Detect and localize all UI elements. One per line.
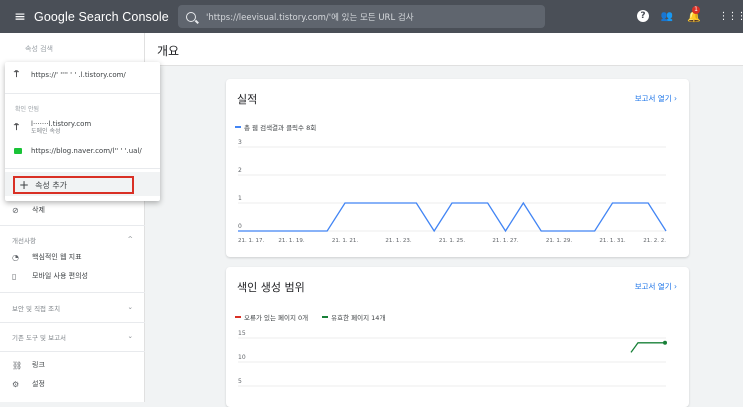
domain-property-sub: 도메인 속성	[31, 128, 61, 135]
sidebar-item-links[interactable]: ⛓ 링크	[0, 356, 145, 374]
index-coverage-chart: 5 10 15	[238, 330, 667, 387]
sidebar-item-mobile-usability[interactable]: ▯ 모바일 사용 편의성	[0, 267, 145, 285]
divider	[5, 168, 160, 169]
property-option-domain[interactable]: ⍑ l·······l.tistory.com 도메인 속성	[5, 118, 160, 138]
divider	[0, 351, 145, 352]
valid-series-point	[663, 340, 667, 345]
divider	[5, 93, 160, 94]
y-tick-label: 2	[238, 167, 242, 174]
x-tick-label: 21. 1. 23.	[385, 238, 411, 244]
sidebar-item-removals[interactable]: ⊘ 삭제	[0, 201, 145, 219]
x-tick-label: 21. 1. 27.	[492, 238, 518, 244]
x-tick-label: 21. 1. 19.	[278, 238, 304, 244]
sidebar-item-settings[interactable]: ⚙ 설정	[0, 375, 145, 393]
y-tick-label: 1	[238, 195, 242, 202]
y-tick-label: 15	[238, 330, 246, 337]
chevron-up-icon: ^	[127, 235, 133, 243]
y-tick-label: 3	[238, 139, 242, 146]
sidebar-item-core-web-vitals[interactable]: ◔ 핵심적인 웹 지표	[0, 248, 145, 266]
x-tick-label: 21. 1. 25.	[439, 238, 465, 244]
menu-icon[interactable]: ≡	[6, 0, 34, 33]
x-tick-label: 21. 1. 29.	[546, 238, 572, 244]
y-tick-label: 10	[238, 354, 246, 361]
x-tick-label: 21. 1. 31.	[599, 238, 625, 244]
y-tick-label: 0	[238, 223, 242, 230]
people-icon[interactable]: 👥	[659, 8, 675, 24]
property-option-current[interactable]: ⍑ https://' '''' ' ' .l.tistory.com/	[5, 68, 160, 82]
divider	[0, 225, 145, 226]
speed-icon: ◔	[12, 252, 19, 262]
site-icon: ⍑	[14, 70, 19, 79]
search-icon	[186, 11, 196, 22]
x-tick-label: 21. 1. 17.	[238, 238, 264, 244]
performance-chart: 0 1 2 3 21. 1. 17. 21. 1. 19. 21. 1. 21. 21. 1.…	[238, 139, 667, 244]
help-icon[interactable]: ?	[637, 10, 649, 22]
index-coverage-card: 색인 생성 범위 보고서 열기 › 오류가 있는 페이지 0개 유효한 페이지 …	[226, 267, 689, 407]
divider	[0, 292, 145, 293]
app-title[interactable]: Google Search Console	[34, 10, 169, 24]
url-inspect-search[interactable]: 'https://leevisual.tistory.com/'에 있는 모든 …	[178, 5, 545, 28]
page-header: 개요	[145, 33, 743, 66]
section-legacy-tools[interactable]: 기존 도구 및 보고서 ⌄	[0, 332, 145, 342]
add-property-button[interactable]: + 속성 추가	[13, 176, 134, 194]
y-tick-label: 5	[238, 378, 242, 385]
plus-icon: +	[19, 178, 30, 192]
naver-blog-icon	[14, 147, 31, 156]
notification-badge: 1	[692, 6, 700, 14]
page-title: 개요	[157, 44, 180, 58]
site-icon: ⍑	[14, 123, 19, 132]
property-option-naver[interactable]: https://blog.naver.com/l'' ' '.ual/	[5, 144, 160, 158]
chevron-down-icon: ⌄	[127, 332, 133, 340]
links-icon: ⛓	[12, 360, 23, 370]
divider	[0, 322, 145, 323]
property-search-label[interactable]: 속성 검색	[25, 44, 53, 54]
section-enhancements[interactable]: 개선사항 ^	[0, 235, 145, 245]
valid-series-line	[630, 342, 665, 353]
domain-property-name: l·······l.tistory.com	[31, 120, 92, 128]
phone-icon: ▯	[12, 271, 17, 281]
gear-icon: ⚙	[12, 379, 20, 389]
x-tick-label: 21. 1. 21.	[332, 238, 358, 244]
pending-label: 확인 안됨	[15, 106, 39, 113]
x-tick-label: 21. 2. 2.	[643, 238, 666, 244]
search-input[interactable]: 'https://leevisual.tistory.com/'에 있는 모든 …	[206, 11, 414, 23]
section-security[interactable]: 보안 및 직접 조치 ⌄	[0, 303, 145, 313]
chevron-down-icon: ⌄	[127, 303, 133, 311]
performance-card: 실적 보고서 열기 › 총 웹 검색결과 클릭수 8회 0 1 2 3 21. 1. 1…	[226, 79, 689, 257]
apps-grid-icon[interactable]: ⋮⋮⋮	[719, 8, 743, 24]
series-line	[238, 201, 667, 233]
eye-off-icon: ⊘	[12, 205, 19, 215]
